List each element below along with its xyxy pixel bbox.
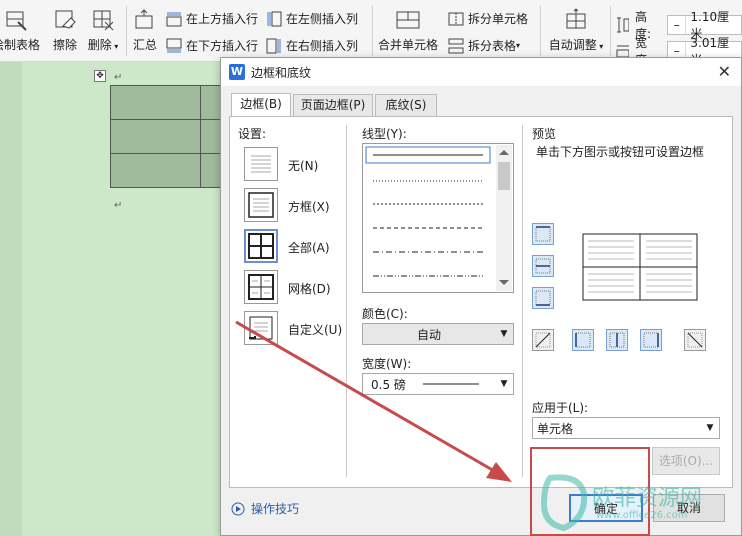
watermark-url: www.office26.com [596, 510, 688, 521]
annotation-arrow-icon [235, 320, 512, 482]
watermark-logo-icon [540, 474, 588, 532]
watermark-brand: 欧菲资源网 [592, 486, 703, 511]
